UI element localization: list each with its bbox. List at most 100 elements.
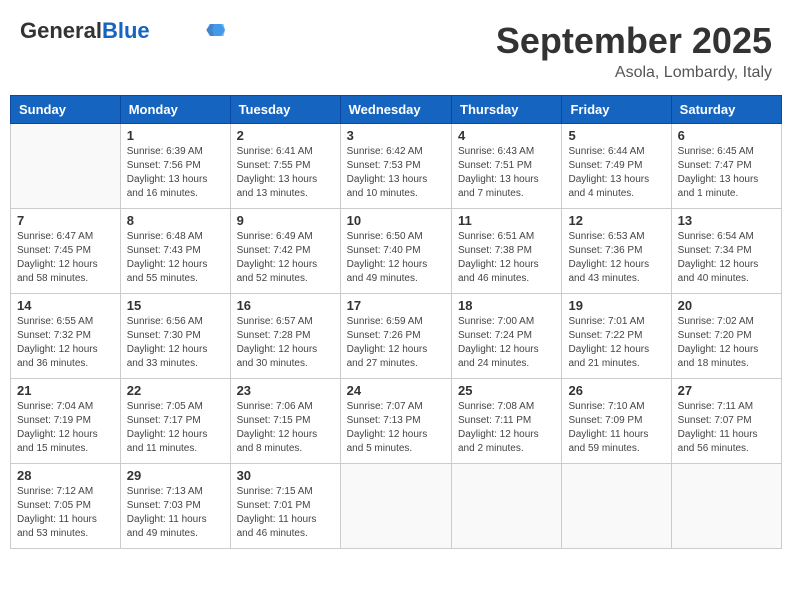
weekday-header-sunday: Sunday [11,96,121,124]
calendar-cell: 8 Sunrise: 6:48 AM Sunset: 7:43 PM Daylig… [120,209,230,294]
day-info: Sunrise: 7:02 AM Sunset: 7:20 PM Dayligh… [678,315,775,371]
day-number: 9 [237,213,334,228]
day-info: Sunrise: 7:12 AM Sunset: 7:05 PM Dayligh… [17,485,114,541]
calendar-cell: 10 Sunrise: 6:50 AM Sunset: 7:40 PM Dayli… [340,209,451,294]
day-info: Sunrise: 7:13 AM Sunset: 7:03 PM Dayligh… [127,485,224,541]
day-number: 10 [347,213,445,228]
location: Asola, Lombardy, Italy [496,64,772,82]
day-info: Sunrise: 7:04 AM Sunset: 7:19 PM Dayligh… [17,400,114,456]
title-block: September 2025 Asola, Lombardy, Italy [496,20,772,82]
weekday-header-wednesday: Wednesday [340,96,451,124]
day-info: Sunrise: 6:57 AM Sunset: 7:28 PM Dayligh… [237,315,334,371]
day-info: Sunrise: 7:07 AM Sunset: 7:13 PM Dayligh… [347,400,445,456]
calendar-cell: 7 Sunrise: 6:47 AM Sunset: 7:45 PM Daylig… [11,209,121,294]
day-info: Sunrise: 6:56 AM Sunset: 7:30 PM Dayligh… [127,315,224,371]
calendar-cell: 11 Sunrise: 6:51 AM Sunset: 7:38 PM Dayli… [452,209,562,294]
day-info: Sunrise: 6:48 AM Sunset: 7:43 PM Dayligh… [127,230,224,286]
day-info: Sunrise: 6:53 AM Sunset: 7:36 PM Dayligh… [568,230,664,286]
weekday-header-friday: Friday [562,96,671,124]
day-number: 27 [678,383,775,398]
calendar-cell: 22 Sunrise: 7:05 AM Sunset: 7:17 PM Dayli… [120,379,230,464]
day-number: 2 [237,128,334,143]
day-number: 3 [347,128,445,143]
day-info: Sunrise: 6:49 AM Sunset: 7:42 PM Dayligh… [237,230,334,286]
day-info: Sunrise: 6:44 AM Sunset: 7:49 PM Dayligh… [568,145,664,201]
logo-icon [195,21,225,39]
day-info: Sunrise: 6:50 AM Sunset: 7:40 PM Dayligh… [347,230,445,286]
calendar-cell: 14Sunrise: 6:55 AM Sunset: 7:32 PM Dayli… [11,294,121,379]
weekday-header-tuesday: Tuesday [230,96,340,124]
calendar-cell: 30 Sunrise: 7:15 AM Sunset: 7:01 PM Dayli… [230,464,340,549]
calendar-cell: 20 Sunrise: 7:02 AM Sunset: 7:20 PM Dayli… [671,294,781,379]
week-row-3: 14Sunrise: 6:55 AM Sunset: 7:32 PM Dayli… [11,294,782,379]
day-number: 24 [347,383,445,398]
weekday-header-thursday: Thursday [452,96,562,124]
calendar-cell [671,464,781,549]
calendar-cell: 26 Sunrise: 7:10 AM Sunset: 7:09 PM Dayli… [562,379,671,464]
day-number: 29 [127,468,224,483]
weekday-header-saturday: Saturday [671,96,781,124]
calendar-cell: 28 Sunrise: 7:12 AM Sunset: 7:05 PM Dayli… [11,464,121,549]
logo-text: GeneralBlue [20,20,150,42]
day-number: 15 [127,298,224,313]
day-number: 21 [17,383,114,398]
day-number: 19 [568,298,664,313]
day-number: 5 [568,128,664,143]
week-row-2: 7 Sunrise: 6:47 AM Sunset: 7:45 PM Daylig… [11,209,782,294]
day-info: Sunrise: 6:42 AM Sunset: 7:53 PM Dayligh… [347,145,445,201]
day-number: 17 [347,298,445,313]
calendar-cell: 25 Sunrise: 7:08 AM Sunset: 7:11 PM Dayli… [452,379,562,464]
calendar-cell: 27 Sunrise: 7:11 AM Sunset: 7:07 PM Dayli… [671,379,781,464]
calendar-cell: 13Sunrise: 6:54 AM Sunset: 7:34 PM Dayli… [671,209,781,294]
calendar-cell [340,464,451,549]
day-info: Sunrise: 7:06 AM Sunset: 7:15 PM Dayligh… [237,400,334,456]
calendar-cell: 21 Sunrise: 7:04 AM Sunset: 7:19 PM Dayli… [11,379,121,464]
calendar-cell [11,124,121,209]
calendar-table: SundayMondayTuesdayWednesdayThursdayFrid… [10,95,782,549]
calendar-cell [562,464,671,549]
calendar-cell: 4 Sunrise: 6:43 AM Sunset: 7:51 PM Daylig… [452,124,562,209]
day-number: 25 [458,383,555,398]
week-row-5: 28 Sunrise: 7:12 AM Sunset: 7:05 PM Dayli… [11,464,782,549]
calendar-cell: 17Sunrise: 6:59 AM Sunset: 7:26 PM Dayli… [340,294,451,379]
day-number: 7 [17,213,114,228]
logo: GeneralBlue [20,20,225,42]
day-number: 28 [17,468,114,483]
day-number: 12 [568,213,664,228]
weekday-header-row: SundayMondayTuesdayWednesdayThursdayFrid… [11,96,782,124]
day-info: Sunrise: 7:08 AM Sunset: 7:11 PM Dayligh… [458,400,555,456]
calendar-cell: 2Sunrise: 6:41 AM Sunset: 7:55 PM Daylig… [230,124,340,209]
day-info: Sunrise: 7:00 AM Sunset: 7:24 PM Dayligh… [458,315,555,371]
day-number: 30 [237,468,334,483]
day-number: 22 [127,383,224,398]
day-info: Sunrise: 6:51 AM Sunset: 7:38 PM Dayligh… [458,230,555,286]
day-number: 26 [568,383,664,398]
calendar-cell: 6 Sunrise: 6:45 AM Sunset: 7:47 PM Daylig… [671,124,781,209]
day-number: 13 [678,213,775,228]
day-info: Sunrise: 6:55 AM Sunset: 7:32 PM Dayligh… [17,315,114,371]
day-info: Sunrise: 7:10 AM Sunset: 7:09 PM Dayligh… [568,400,664,456]
day-number: 16 [237,298,334,313]
month-title: September 2025 [496,20,772,62]
day-number: 20 [678,298,775,313]
day-number: 8 [127,213,224,228]
day-info: Sunrise: 7:15 AM Sunset: 7:01 PM Dayligh… [237,485,334,541]
day-info: Sunrise: 7:11 AM Sunset: 7:07 PM Dayligh… [678,400,775,456]
day-info: Sunrise: 6:43 AM Sunset: 7:51 PM Dayligh… [458,145,555,201]
week-row-1: 1Sunrise: 6:39 AM Sunset: 7:56 PM Daylig… [11,124,782,209]
calendar-cell [452,464,562,549]
day-number: 4 [458,128,555,143]
day-info: Sunrise: 6:39 AM Sunset: 7:56 PM Dayligh… [127,145,224,201]
day-number: 11 [458,213,555,228]
day-number: 23 [237,383,334,398]
calendar-cell: 19 Sunrise: 7:01 AM Sunset: 7:22 PM Dayli… [562,294,671,379]
day-info: Sunrise: 6:45 AM Sunset: 7:47 PM Dayligh… [678,145,775,201]
calendar-cell: 9 Sunrise: 6:49 AM Sunset: 7:42 PM Daylig… [230,209,340,294]
day-info: Sunrise: 7:05 AM Sunset: 7:17 PM Dayligh… [127,400,224,456]
calendar-cell: 1Sunrise: 6:39 AM Sunset: 7:56 PM Daylig… [120,124,230,209]
day-info: Sunrise: 6:47 AM Sunset: 7:45 PM Dayligh… [17,230,114,286]
calendar-cell: 3 Sunrise: 6:42 AM Sunset: 7:53 PM Daylig… [340,124,451,209]
day-info: Sunrise: 7:01 AM Sunset: 7:22 PM Dayligh… [568,315,664,371]
day-number: 6 [678,128,775,143]
weekday-header-monday: Monday [120,96,230,124]
